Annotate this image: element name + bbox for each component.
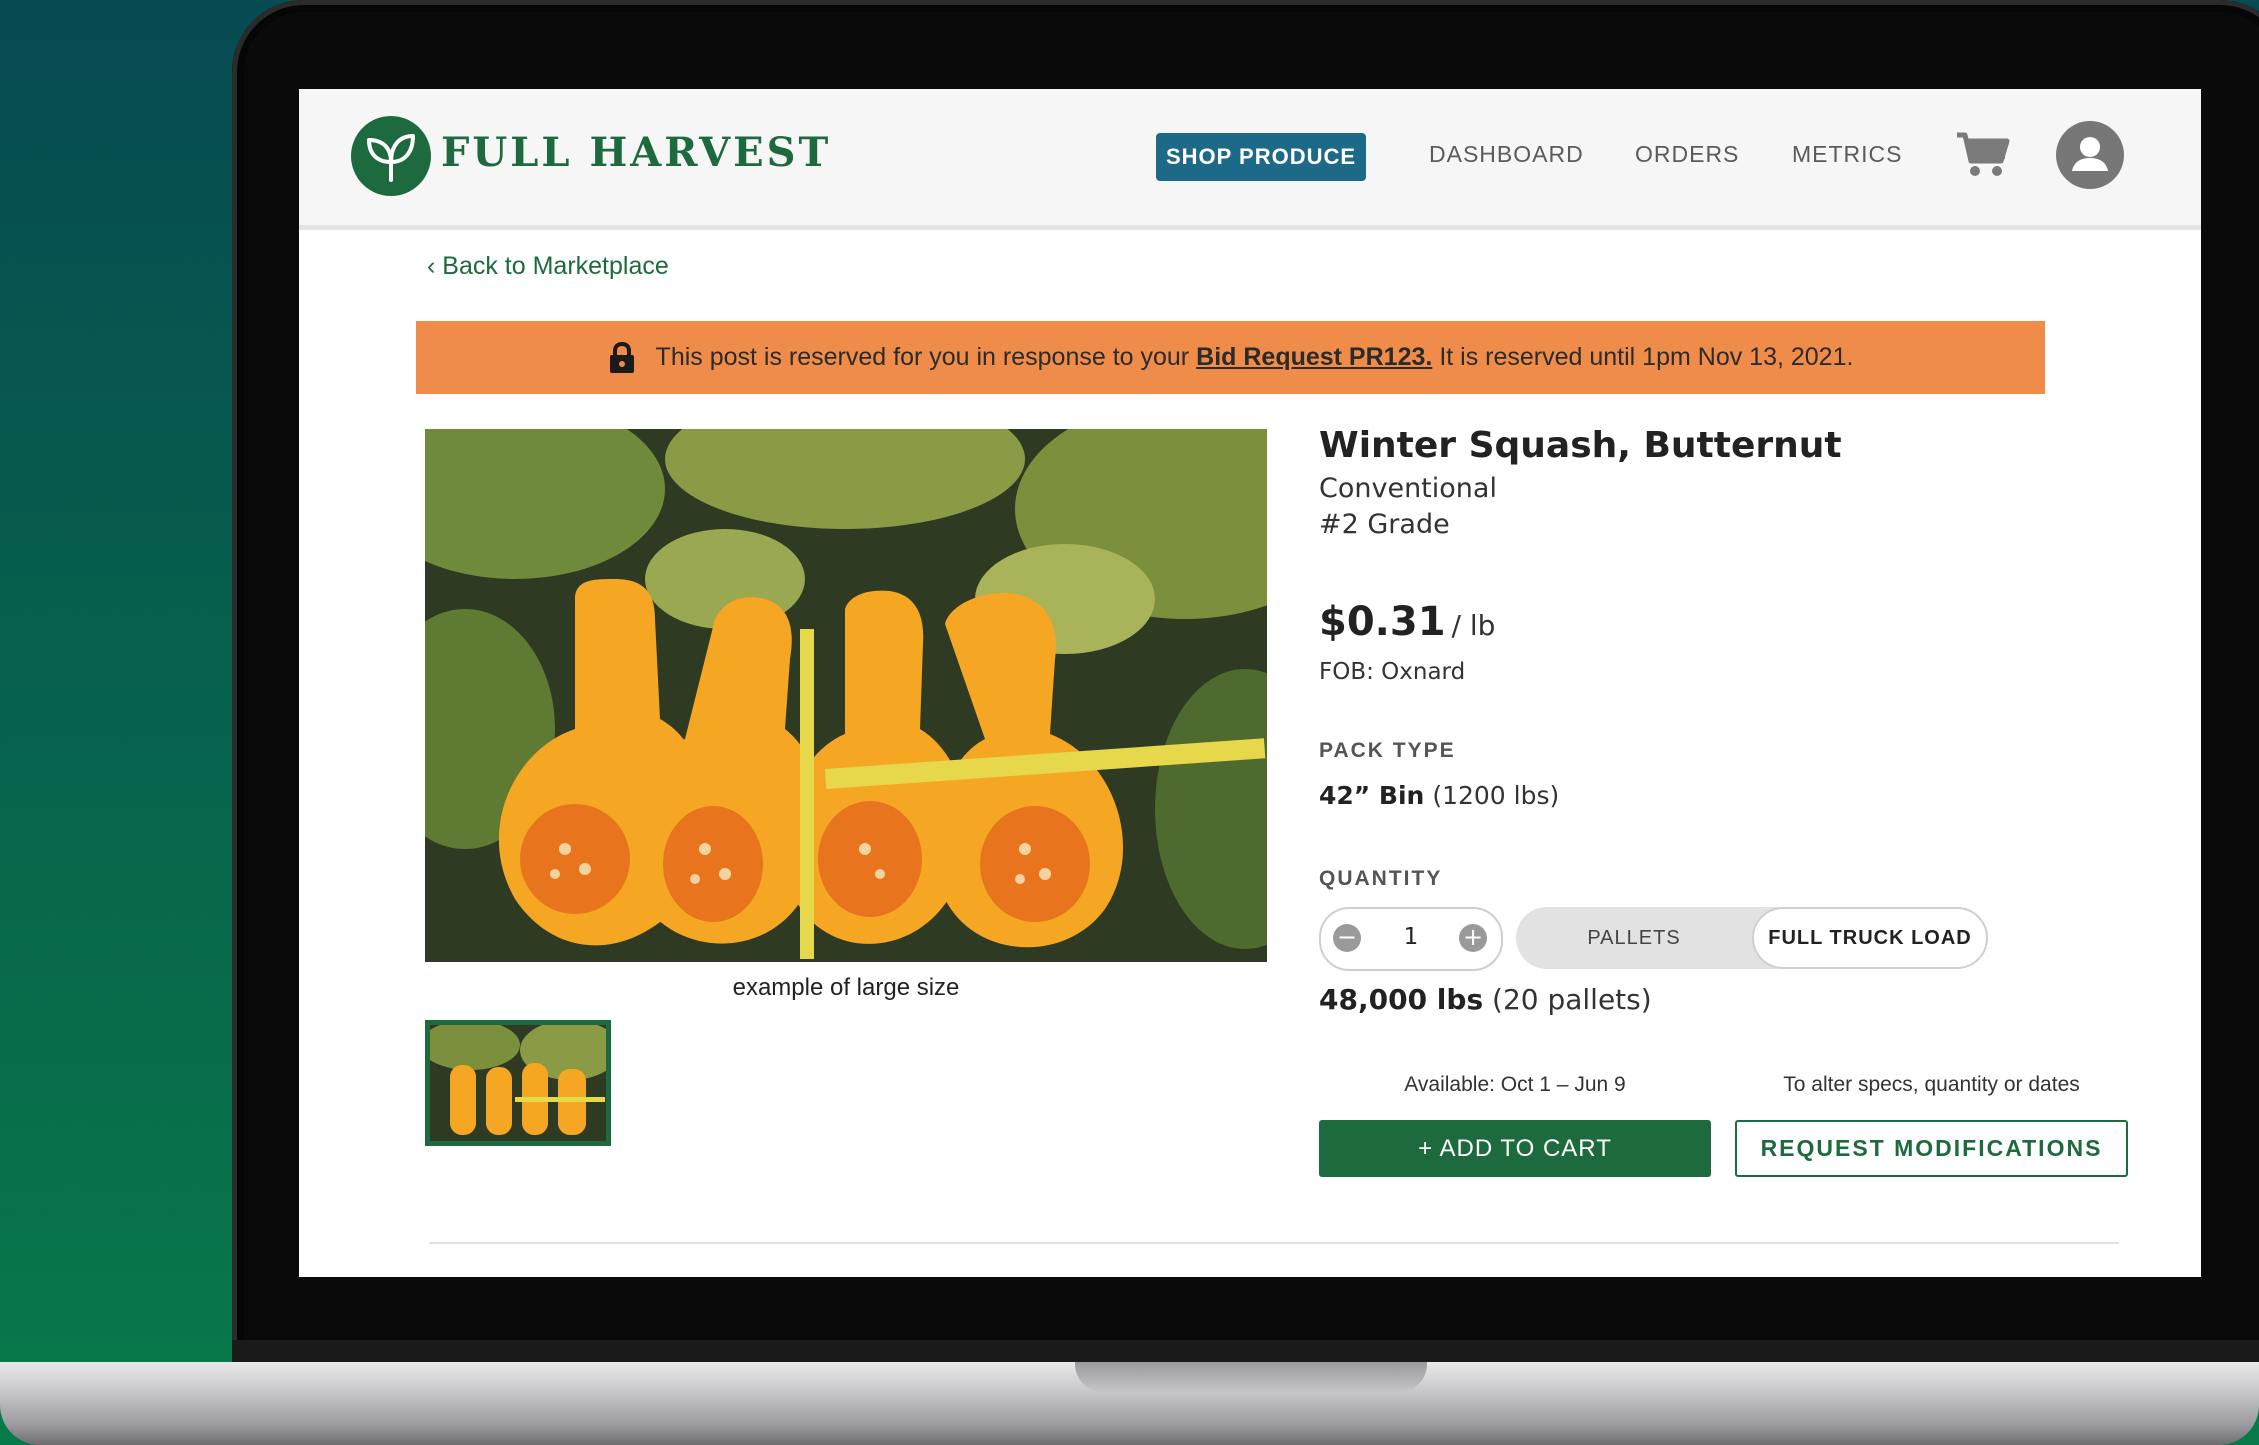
product-type: Conventional (1319, 473, 1497, 504)
nav-metrics[interactable]: METRICS (1792, 141, 1903, 168)
quantity-stepper[interactable]: − 1 + (1319, 907, 1503, 971)
user-avatar-icon[interactable] (2056, 121, 2124, 189)
price-value: $0.31 (1319, 599, 1446, 645)
laptop-hinge (232, 1340, 2259, 1364)
product-title: Winter Squash, Butternut (1319, 425, 1842, 466)
pack-type-name: 42” Bin (1319, 781, 1425, 810)
leaf-logo-icon[interactable] (351, 116, 431, 196)
request-modifications-button[interactable]: REQUEST MODIFICATIONS (1735, 1120, 2128, 1177)
price-unit: / lb (1451, 609, 1496, 642)
banner-text-after: It is reserved until 1pm Nov 13, 2021. (1439, 343, 1854, 371)
pack-type-value: 42” Bin (1200 lbs) (1319, 781, 1559, 810)
lock-icon (609, 341, 634, 373)
laptop-notch (1075, 1362, 1427, 1392)
total-weight: 48,000 lbs (20 pallets) (1319, 983, 1652, 1016)
product-price: $0.31/ lb (1319, 599, 1495, 645)
nav-shop-produce[interactable]: SHOP PRODUCE (1156, 133, 1366, 181)
total-pallets: (20 pallets) (1492, 983, 1652, 1016)
quantity-label: QUANTITY (1319, 867, 1443, 890)
pack-type-label: PACK TYPE (1319, 739, 1456, 762)
nav-orders[interactable]: ORDERS (1635, 141, 1739, 168)
total-weight-lbs: 48,000 lbs (1319, 983, 1484, 1016)
section-divider (429, 1242, 2119, 1244)
unit-toggle[interactable]: PALLETS FULL TRUCK LOAD (1516, 907, 1988, 969)
product-main-photo[interactable] (425, 429, 1267, 962)
pack-type-weight: (1200 lbs) (1432, 781, 1560, 810)
brand-name[interactable]: FULL HARVEST (441, 129, 831, 176)
plus-icon[interactable]: + (1459, 924, 1487, 952)
photo-caption: example of large size (732, 974, 960, 1001)
product-grade: #2 Grade (1319, 509, 1450, 540)
alter-hint: To alter specs, quantity or dates (1783, 1073, 2080, 1096)
bid-request-link[interactable]: Bid Request PR123. (1196, 343, 1432, 372)
add-to-cart-button[interactable]: + ADD TO CART (1319, 1120, 1711, 1177)
nav-dashboard[interactable]: DASHBOARD (1429, 141, 1584, 168)
availability-dates: Available: Oct 1 – Jun 9 (1404, 1073, 1626, 1096)
app-screen: FULL HARVEST SHOP PRODUCE DASHBOARD ORDE… (299, 89, 2201, 1277)
unit-option-full-truck-load[interactable]: FULL TRUCK LOAD (1752, 907, 1988, 969)
cart-icon[interactable] (1955, 129, 2011, 179)
back-to-marketplace-link[interactable]: ‹ Back to Marketplace (427, 252, 669, 281)
fob-location: FOB: Oxnard (1319, 659, 1466, 685)
reservation-banner: This post is reserved for you in respons… (416, 321, 2045, 394)
product-thumbnail[interactable] (425, 1020, 611, 1146)
unit-option-pallets[interactable]: PALLETS (1516, 907, 1752, 969)
top-navbar: FULL HARVEST SHOP PRODUCE DASHBOARD ORDE… (299, 89, 2201, 230)
banner-text-before: This post is reserved for you in respons… (655, 343, 1190, 371)
